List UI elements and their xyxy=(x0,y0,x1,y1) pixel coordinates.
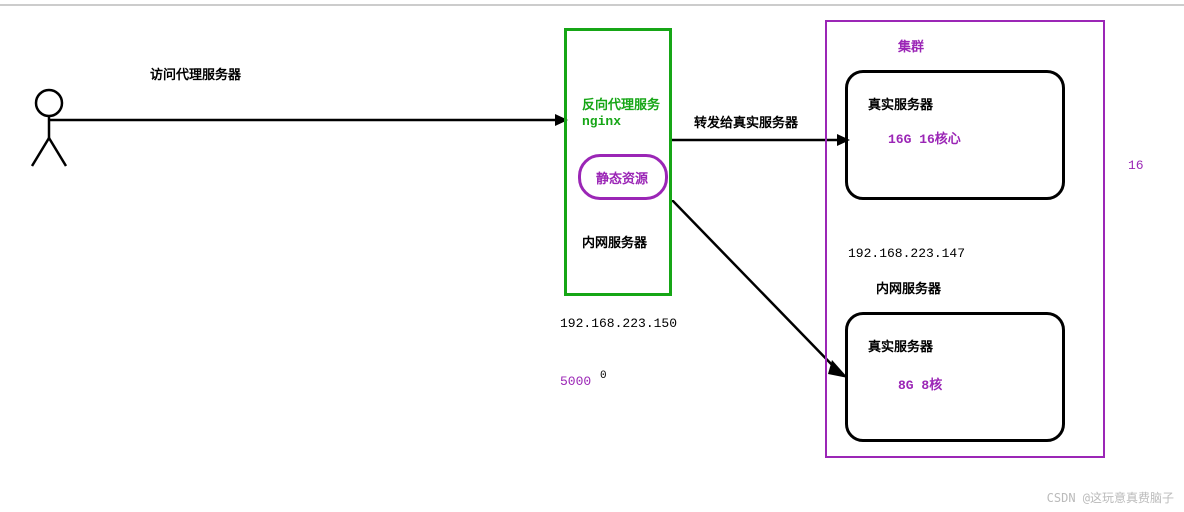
top-divider xyxy=(0,4,1184,6)
arrow-user-to-proxy xyxy=(50,110,570,140)
label-server2-title: 真实服务器 xyxy=(868,336,933,355)
label-ip-left: 192.168.223.150 xyxy=(560,316,677,331)
label-forward-real: 转发给真实服务器 xyxy=(694,112,798,131)
label-intranet-left: 内网服务器 xyxy=(582,232,647,251)
real-server-2-box xyxy=(845,312,1065,442)
label-server1-title: 真实服务器 xyxy=(868,94,933,113)
label-5000: 5000 xyxy=(560,374,591,389)
label-zero: 0 xyxy=(600,370,607,382)
label-ip-right: 192.168.223.147 xyxy=(848,246,965,261)
label-nginx: nginx xyxy=(582,114,621,129)
label-reverse-proxy: 反向代理服务 xyxy=(582,94,660,113)
label-intranet-right: 内网服务器 xyxy=(876,278,941,297)
label-16: 16 xyxy=(1128,158,1144,173)
label-server1-spec: 16G 16核心 xyxy=(888,128,961,147)
label-access-proxy: 访问代理服务器 xyxy=(150,64,241,83)
watermark: CSDN @这玩意真费脑子 xyxy=(1047,489,1174,506)
label-static-res: 静态资源 xyxy=(596,168,648,187)
label-server2-spec: 8G 8核 xyxy=(898,374,942,393)
label-cluster: 集群 xyxy=(898,36,924,55)
